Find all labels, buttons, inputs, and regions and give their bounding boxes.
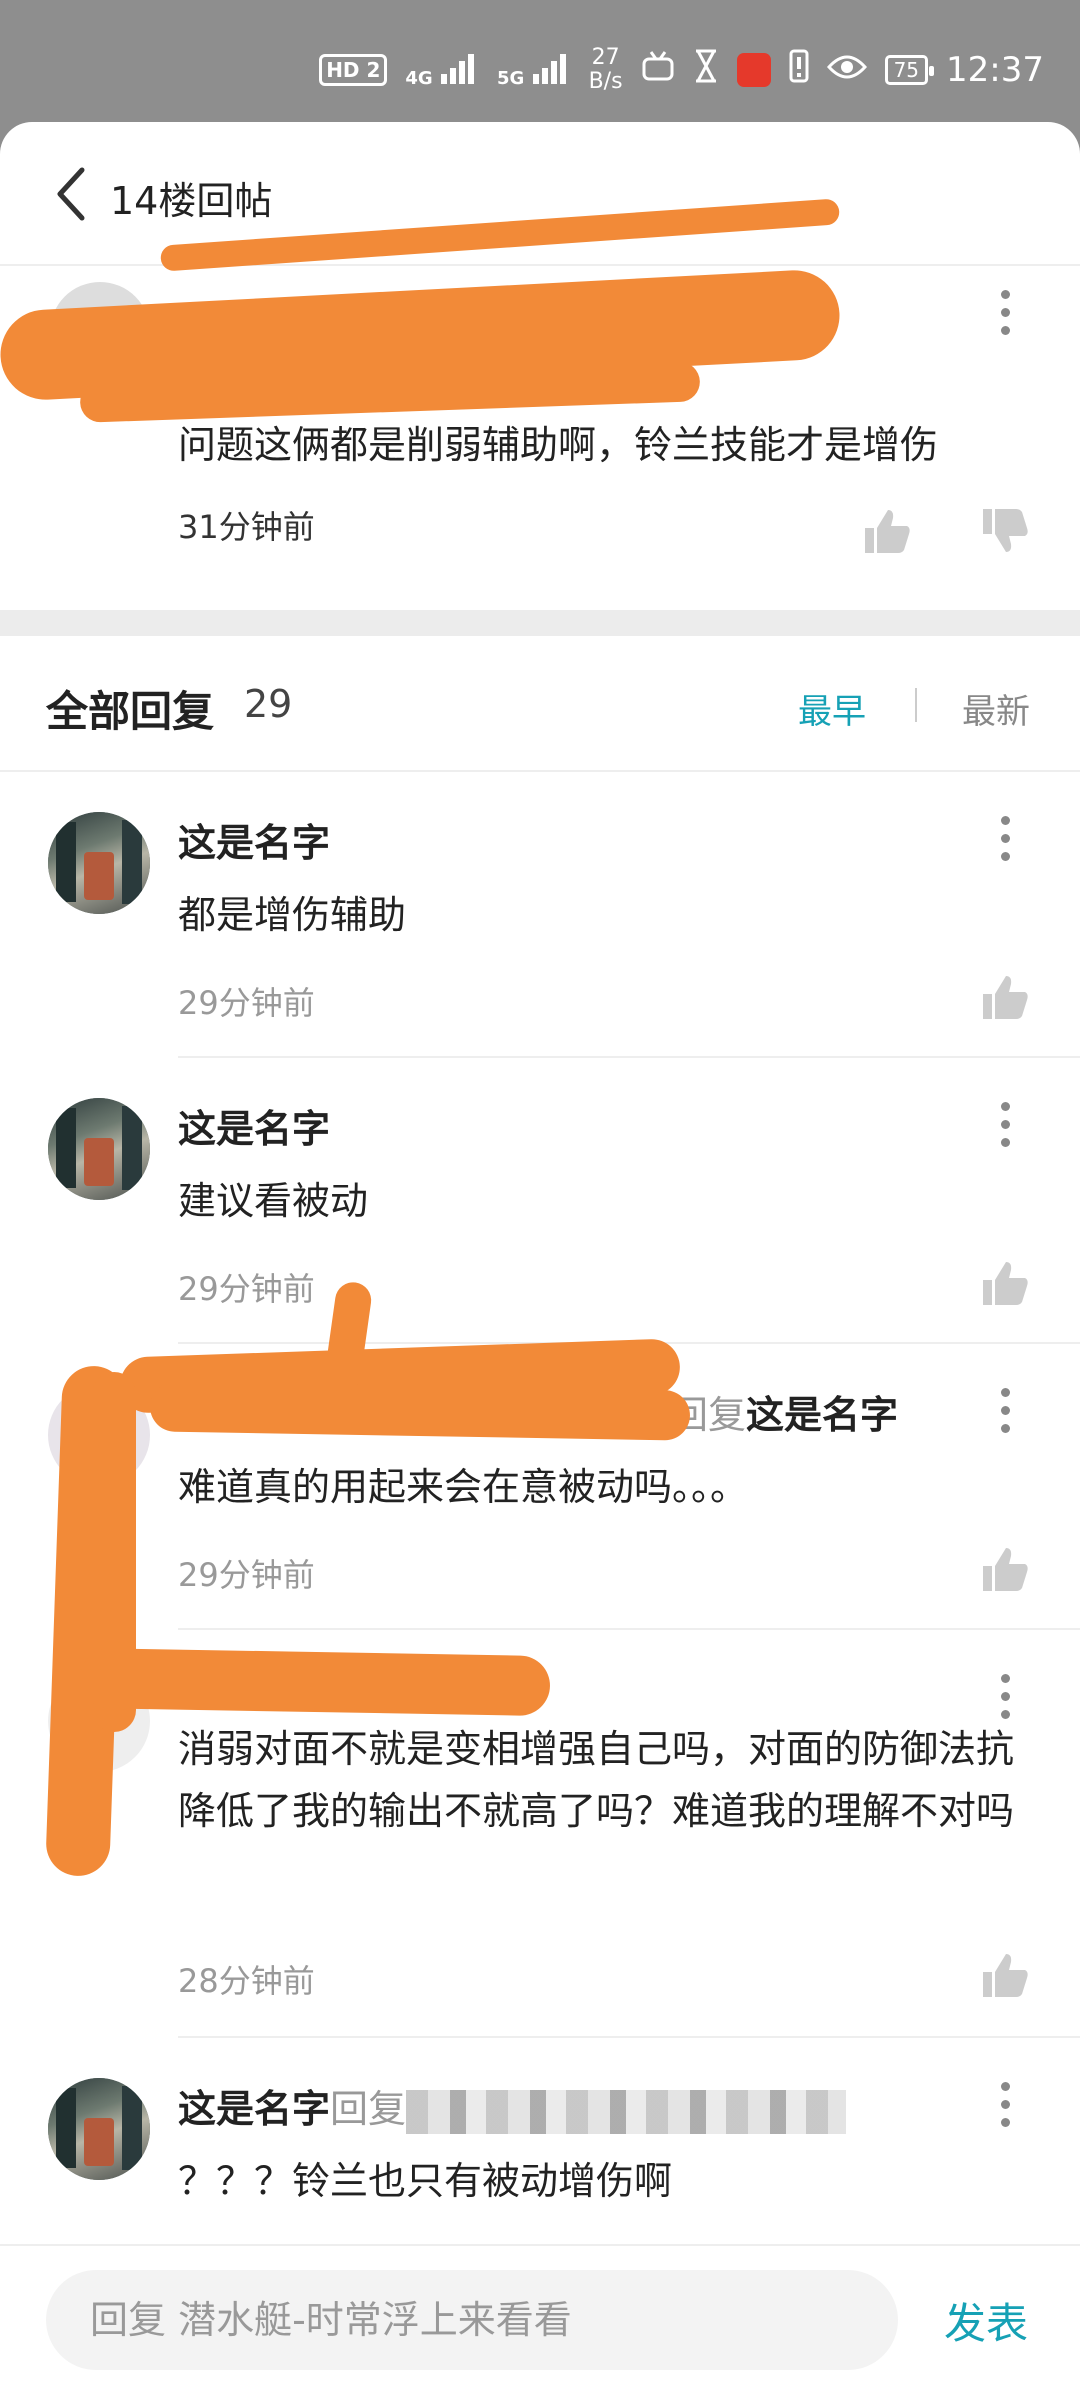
sort-separator <box>915 688 917 722</box>
avatar[interactable] <box>48 812 150 914</box>
reply-text: ？？？铃兰也只有被动增伤啊 <box>178 2159 673 2203</box>
more-options-icon[interactable] <box>998 1102 1012 1152</box>
signal-bars-icon <box>532 54 566 84</box>
reply-target-name[interactable]: 这是名字 <box>746 1393 898 1437</box>
hourglass-icon <box>693 49 719 92</box>
status-bar: HD 2 4G 5G 27 B/s 75 12:37 <box>0 0 1080 120</box>
post-detail-sheet: 14楼回帖 问题这俩都是削弱辅助啊，铃兰技能才是增伤 31分钟前 全部回复 29… <box>0 122 1080 2400</box>
thumbs-up-icon[interactable] <box>980 1950 1030 2000</box>
reply-input[interactable] <box>46 2270 898 2370</box>
back-arrow-icon[interactable] <box>52 166 92 222</box>
sort-earliest-tab[interactable]: 最早 <box>798 684 866 733</box>
reply-time: 29分钟前 <box>178 1556 315 1594</box>
thumbs-down-icon[interactable] <box>980 506 1030 556</box>
censor-scribble <box>149 1381 691 1441</box>
all-replies-count: 29 <box>244 682 293 726</box>
reply-text: 消弱对面不就是变相增强自己吗，对面的防御法抗降低了我的输出不就高了吗？难道我的理… <box>178 1727 1015 1833</box>
net-speed-unit: B/s <box>588 69 623 94</box>
reply-time: 28分钟前 <box>178 1962 315 2000</box>
reply-text: 都是增伤辅助 <box>178 893 407 937</box>
signal-4g-icon: 4G <box>405 52 479 88</box>
reply-author[interactable]: 这是名字 <box>178 1098 330 1153</box>
more-options-icon[interactable] <box>998 290 1012 340</box>
page-title: 14楼回帖 <box>110 179 273 223</box>
app-notification-icon <box>736 53 771 87</box>
post-time: 31分钟前 <box>178 508 315 546</box>
reply-time: 29分钟前 <box>178 984 315 1022</box>
net-speed-value: 27 <box>591 45 620 70</box>
avatar[interactable] <box>48 2078 150 2180</box>
all-replies-title: 全部回复 <box>46 687 215 736</box>
reply-author-name[interactable]: 这是名字 <box>178 1107 330 1151</box>
tv-icon <box>641 50 675 90</box>
more-options-icon[interactable] <box>998 2082 1012 2132</box>
signal-5g-label: 5G <box>497 68 525 89</box>
more-options-icon[interactable] <box>998 1388 1012 1438</box>
status-clock: 12:37 <box>946 50 1044 90</box>
more-options-icon[interactable] <box>998 816 1012 866</box>
censor-scribble <box>79 1647 551 1717</box>
reply-item: 这是名字 都是增伤辅助 29分钟前 <box>0 772 1080 1058</box>
reply-author[interactable]: 回复这是名字 <box>670 1384 898 1439</box>
thumbs-up-icon[interactable] <box>980 972 1030 1022</box>
reply-label: 回复 <box>330 2087 407 2131</box>
send-button[interactable]: 发表 <box>944 2290 1028 2351</box>
battery-icon: 75 <box>884 55 935 85</box>
post-text: 问题这俩都是削弱辅助啊，铃兰技能才是增伤 <box>178 423 939 467</box>
reply-author[interactable]: 这是名字 <box>178 812 330 867</box>
more-options-icon[interactable] <box>998 1674 1012 1724</box>
sort-latest-tab[interactable]: 最新 <box>962 684 1030 733</box>
hd-icon: HD 2 <box>319 54 388 86</box>
thumbs-up-icon[interactable] <box>980 1258 1030 1308</box>
reply-author-name[interactable]: 这是名字 <box>178 2087 330 2131</box>
blurred-username <box>406 2089 847 2134</box>
thumbs-up-icon[interactable] <box>862 506 912 556</box>
reply-text: 难道真的用起来会在意被动吗。。。 <box>178 1465 749 1509</box>
reply-time: 29分钟前 <box>178 1270 315 1308</box>
alert-icon <box>789 49 809 92</box>
avatar[interactable] <box>48 1098 150 1200</box>
reply-text: 建议看被动 <box>178 1179 369 1223</box>
thumbs-up-icon[interactable] <box>980 1544 1030 1594</box>
net-speed: 27 B/s <box>589 46 623 94</box>
signal-bars-icon <box>441 54 474 84</box>
reply-author[interactable]: 这是名字回复 <box>178 2078 847 2134</box>
signal-5g-icon: 5G <box>497 52 571 88</box>
reply-item: 这是名字 建议看被动 29分钟前 <box>0 1058 1080 1344</box>
eye-icon <box>826 50 867 90</box>
signal-4g-label: 4G <box>405 68 433 89</box>
reply-author-name[interactable]: 这是名字 <box>178 821 330 865</box>
section-divider <box>0 610 1080 636</box>
